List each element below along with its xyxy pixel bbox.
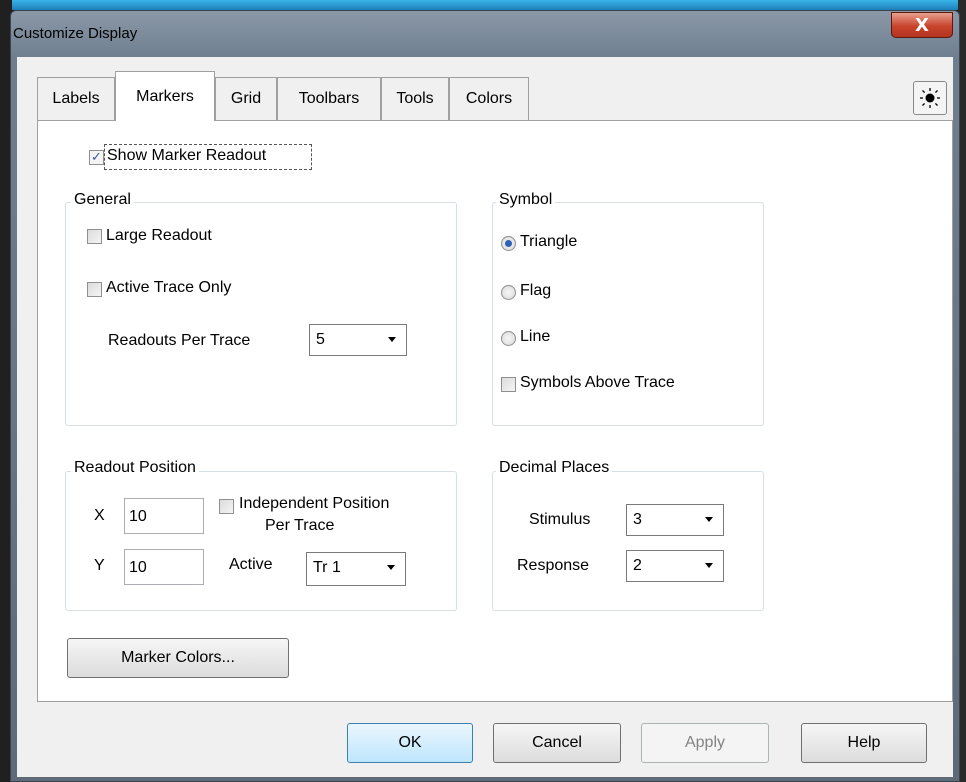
cancel-button-label: Cancel — [532, 734, 582, 751]
checkmark-icon: ✓ — [91, 150, 102, 165]
independent-position-label: Independent Position — [239, 495, 390, 512]
help-button-label: Help — [847, 734, 881, 751]
tab-label: Toolbars — [298, 90, 360, 107]
active-label: Active — [229, 556, 273, 573]
x-position-input[interactable]: 10 — [124, 498, 204, 534]
apply-button[interactable]: Apply — [641, 723, 769, 763]
general-group-title: General — [71, 191, 134, 209]
desktop-taskbar-strip — [0, 0, 966, 10]
tab-tools[interactable]: Tools — [381, 77, 449, 120]
line-radio[interactable] — [501, 331, 516, 346]
readouts-per-trace-value: 5 — [316, 331, 325, 348]
response-decimals-value: 2 — [633, 557, 642, 574]
title-bar[interactable]: Customize Display X — [11, 11, 959, 57]
y-position-input[interactable]: 10 — [124, 549, 204, 585]
marker-colors-button[interactable]: Marker Colors... — [67, 638, 289, 678]
large-readout-checkbox[interactable] — [87, 229, 102, 244]
chevron-down-icon — [705, 517, 713, 522]
markers-tab-panel: ✓ Show Marker Readout General Large Read… — [37, 120, 953, 702]
x-position-value: 10 — [129, 508, 147, 525]
tab-labels[interactable]: Labels — [37, 77, 115, 120]
tab-label: Markers — [136, 87, 194, 105]
flag-radio[interactable] — [501, 285, 516, 300]
marker-colors-button-label: Marker Colors... — [121, 649, 235, 666]
per-trace-label: Per Trace — [265, 517, 335, 534]
stimulus-decimals-value: 3 — [633, 511, 642, 528]
tab-label: Grid — [230, 90, 262, 107]
tab-label: Colors — [465, 90, 513, 107]
display-brightness-button[interactable] — [913, 81, 947, 115]
show-marker-readout-checkbox[interactable]: ✓ — [89, 150, 104, 165]
active-trace-select[interactable]: Tr 1 — [306, 552, 406, 586]
readout-position-group — [65, 471, 457, 611]
readout-position-group-title: Readout Position — [71, 459, 199, 477]
active-trace-value: Tr 1 — [313, 559, 341, 576]
decimal-places-group-title: Decimal Places — [496, 459, 613, 477]
tab-colors[interactable]: Colors — [449, 77, 529, 120]
show-marker-readout-label: Show Marker Readout — [107, 147, 267, 164]
triangle-label: Triangle — [520, 233, 578, 250]
response-label: Response — [517, 557, 590, 574]
line-label: Line — [520, 328, 551, 345]
help-button[interactable]: Help — [801, 723, 927, 763]
sun-icon — [920, 88, 940, 108]
tab-markers[interactable]: Markers — [115, 71, 215, 121]
apply-button-label: Apply — [684, 734, 726, 751]
response-decimals-select[interactable]: 2 — [626, 550, 724, 582]
chevron-down-icon — [705, 563, 713, 568]
chevron-down-icon — [387, 565, 395, 570]
independent-position-checkbox[interactable] — [219, 499, 234, 514]
active-trace-only-label: Active Trace Only — [106, 279, 232, 296]
stimulus-label: Stimulus — [529, 511, 591, 528]
close-button[interactable]: X — [891, 12, 953, 38]
symbol-group-title: Symbol — [496, 191, 556, 209]
tab-label: Tools — [396, 90, 434, 107]
symbols-above-trace-label: Symbols Above Trace — [520, 374, 675, 391]
dialog-client-area: Labels Markers Grid Toolbars Tools Color… — [17, 57, 953, 777]
customize-display-dialog: Customize Display X Labels Markers Grid … — [10, 10, 960, 782]
decimal-places-group — [492, 471, 764, 611]
stimulus-decimals-select[interactable]: 3 — [626, 504, 724, 536]
y-position-value: 10 — [129, 559, 147, 576]
readouts-per-trace-select[interactable]: 5 — [309, 324, 407, 356]
window-title: Customize Display — [13, 25, 138, 42]
readouts-per-trace-label: Readouts Per Trace — [108, 332, 251, 349]
flag-label: Flag — [520, 282, 552, 299]
y-label: Y — [94, 557, 105, 574]
active-trace-only-checkbox[interactable] — [87, 282, 102, 297]
tab-toolbars[interactable]: Toolbars — [277, 77, 381, 120]
close-icon: X — [915, 14, 929, 36]
ok-button[interactable]: OK — [347, 723, 473, 763]
symbols-above-trace-checkbox[interactable] — [501, 377, 516, 392]
ok-button-label: OK — [398, 734, 422, 751]
cancel-button[interactable]: Cancel — [493, 723, 621, 763]
large-readout-label: Large Readout — [106, 227, 212, 244]
triangle-radio[interactable] — [501, 236, 516, 251]
chevron-down-icon — [388, 337, 396, 342]
x-label: X — [94, 507, 105, 524]
tab-grid[interactable]: Grid — [215, 77, 277, 120]
tab-label: Labels — [52, 90, 100, 107]
